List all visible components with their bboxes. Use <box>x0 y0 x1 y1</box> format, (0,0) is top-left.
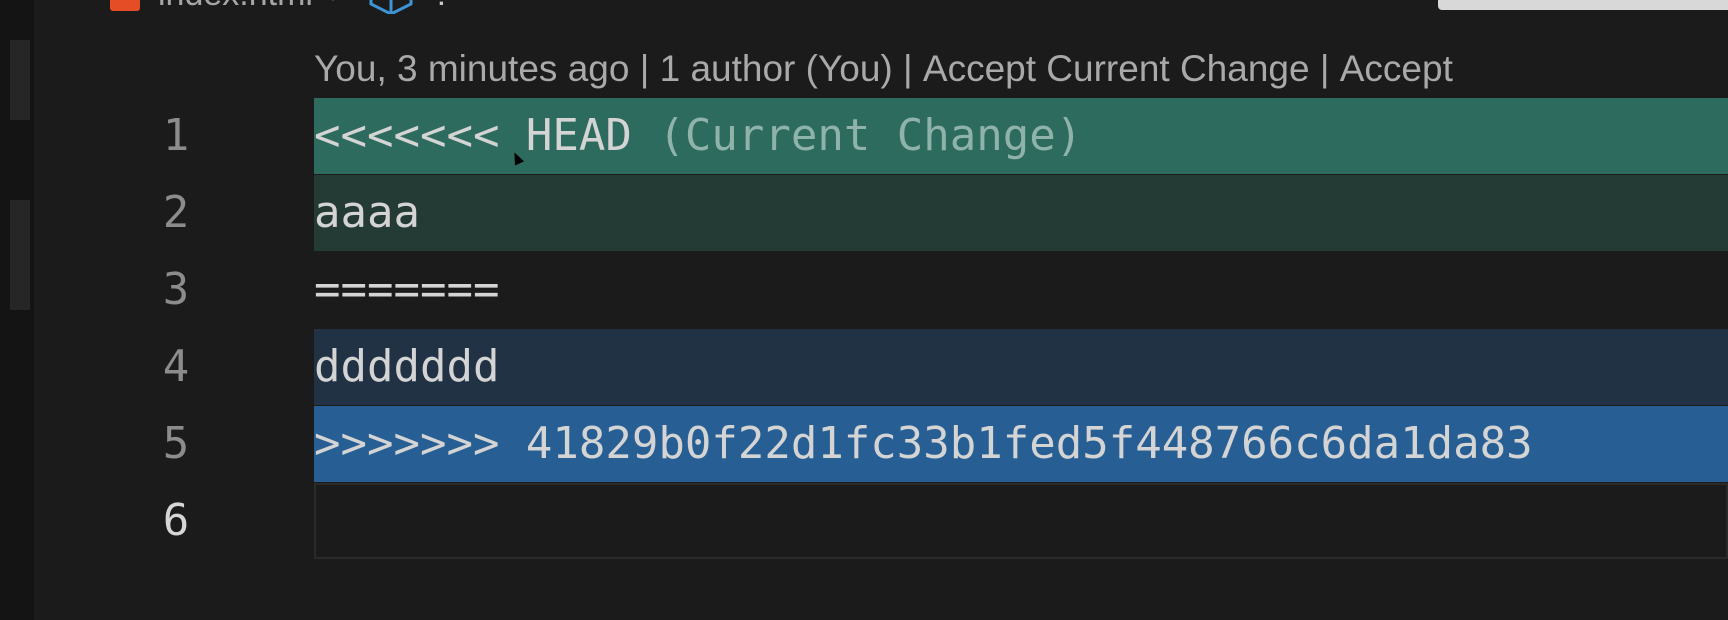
current-line-highlight[interactable] <box>314 483 1728 559</box>
html5-icon <box>110 0 140 11</box>
code-line: 3 ======= <box>0 252 1728 328</box>
cube-icon <box>367 0 415 14</box>
code-line-incoming-marker: 5 >>>>>>> 41829b0f22d1fc33b1fed5f448766c… <box>0 406 1728 482</box>
codelens-divider: | <box>1309 48 1340 89</box>
conflict-incoming-marker[interactable]: >>>>>>> 41829b0f22d1fc33b1fed5f448766c6d… <box>314 406 1728 482</box>
line-number: 1 <box>162 110 190 161</box>
codelens-divider: | <box>629 48 660 89</box>
code-line: 4 ddddddd <box>0 329 1728 405</box>
breadcrumb-symbol[interactable]: ? <box>433 0 452 14</box>
codelens-divider: | <box>892 48 923 89</box>
code-line-current-marker: 1 <<<<<<< HEAD (Current Change) <box>0 98 1728 174</box>
line-number: 5 <box>162 418 190 469</box>
line-number: 6 <box>162 495 190 546</box>
code-editor[interactable]: index.html > ? You, 3 minutes ago | 1 au… <box>0 0 1728 620</box>
line-number: 3 <box>162 264 190 315</box>
breadcrumb-file-name[interactable]: index.html <box>158 0 313 14</box>
accept-current-change-link[interactable]: Accept Current Change <box>923 48 1310 90</box>
chevron-right-icon: > <box>331 0 349 11</box>
codelens-authors[interactable]: 1 author (You) <box>660 48 893 90</box>
line-number: 4 <box>162 341 190 392</box>
codelens-author-info[interactable]: You, 3 minutes ago <box>314 48 629 90</box>
conflict-separator[interactable]: ======= <box>314 252 1728 328</box>
conflict-marker-start: <<<<<<< <box>314 110 500 161</box>
conflict-current-marker[interactable]: <<<<<<< HEAD (Current Change) <box>314 98 1728 174</box>
current-change-label: (Current Change) <box>658 110 1083 161</box>
code-line: 2 aaaa <box>0 175 1728 251</box>
current-change-content[interactable]: aaaa <box>314 175 1728 251</box>
video-thumbnail-edge <box>1438 0 1728 10</box>
breadcrumb: index.html > ? <box>110 0 451 14</box>
incoming-commit-hash: 41829b0f22d1fc33b1fed5f448766c6da1da83 <box>499 418 1533 469</box>
codelens-bar: You, 3 minutes ago | 1 author (You) | Ac… <box>314 48 1453 90</box>
code-line-active: 6 <box>0 483 1728 559</box>
incoming-change-content[interactable]: ddddddd <box>314 329 1728 405</box>
conflict-marker-end: >>>>>>> <box>314 418 500 469</box>
head-label: HEAD <box>499 110 659 161</box>
accept-incoming-change-link[interactable]: Accept <box>1340 48 1453 90</box>
line-number: 2 <box>162 187 190 238</box>
